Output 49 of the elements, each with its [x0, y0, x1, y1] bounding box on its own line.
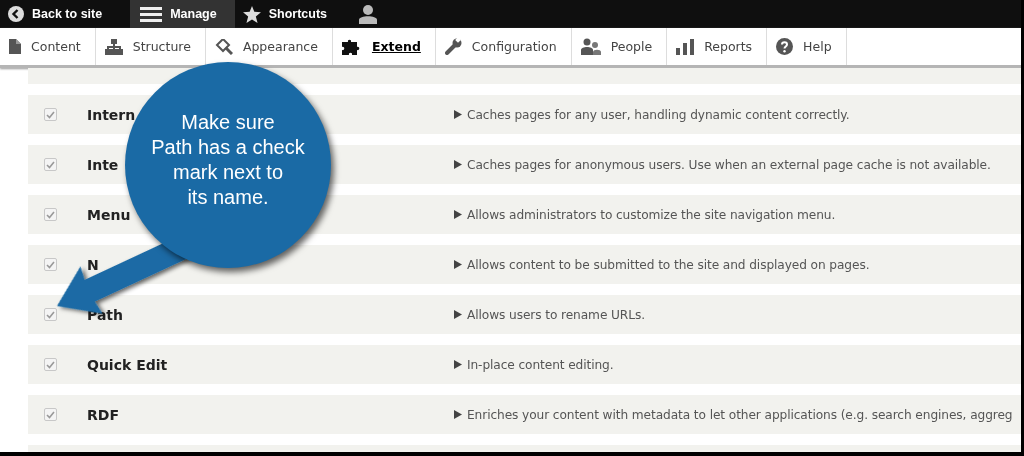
module-name: Menu — [87, 206, 131, 223]
user-icon[interactable] — [359, 4, 378, 24]
expand-triangle-icon[interactable] — [454, 260, 462, 269]
tray-menu-link[interactable]: Reports — [667, 28, 768, 65]
tray-menu-link[interactable]: Content — [0, 28, 96, 65]
module-description: Caches pages for any user, handling dynamic content correctly. — [467, 107, 850, 122]
toolbar-tab[interactable]: Back to site — [0, 0, 131, 28]
expand-triangle-icon[interactable] — [454, 360, 462, 369]
module-name: RDF — [87, 406, 119, 423]
tray-menu-link[interactable]: Extend — [332, 28, 436, 65]
star-icon — [242, 5, 261, 23]
puzzle-icon — [341, 38, 362, 55]
menu-icon — [140, 6, 163, 22]
callout-text: Make sure Path has a check mark next to its name. — [151, 110, 305, 210]
tray-menu-link[interactable]: Help — [767, 28, 847, 65]
module-description: Allows administrators to customize the site navigation menu. — [467, 207, 836, 222]
module-description: Allows content to be submitted to the site and displayed on pages. — [467, 257, 870, 272]
module-description: In-place content editing. — [467, 357, 614, 372]
people-icon — [580, 38, 601, 55]
expand-triangle-icon[interactable] — [454, 410, 462, 419]
module-description: Allows users to rename URLs. — [467, 307, 645, 322]
toolbar-tab[interactable]: Shortcuts — [234, 0, 342, 28]
module-name: Intern — [87, 106, 136, 123]
expand-triangle-icon[interactable] — [454, 210, 462, 219]
module-description: Enriches your content with metadata to let other applications (e.g. search engines, aggreg — [467, 407, 1013, 422]
tray-menu-link[interactable]: People — [571, 28, 668, 65]
checkbox[interactable] — [44, 408, 57, 421]
expand-triangle-icon[interactable] — [454, 310, 462, 319]
expand-triangle-icon[interactable] — [454, 160, 462, 169]
module-name: Path — [87, 306, 123, 323]
module-name: Inte — [87, 156, 119, 173]
checkbox[interactable] — [44, 108, 57, 121]
module-description: Caches pages for anonymous users. Use when an external page cache is not available. — [467, 157, 991, 172]
module-name: Quick Edit — [87, 356, 168, 373]
tray-menu-link[interactable]: Structure — [95, 28, 206, 65]
checkbox[interactable] — [44, 158, 57, 171]
expand-triangle-icon[interactable] — [454, 110, 462, 119]
toolbar-tab[interactable]: Manage — [130, 0, 235, 28]
document-icon — [9, 39, 21, 54]
tray-menu-link[interactable]: Configuration — [435, 28, 572, 65]
checkbox[interactable] — [44, 358, 57, 371]
hierarchy-icon — [104, 38, 123, 55]
checkbox[interactable] — [44, 208, 57, 221]
checkbox[interactable] — [44, 258, 57, 271]
checkbox[interactable] — [44, 308, 57, 321]
wrench-icon — [444, 38, 462, 55]
help-icon — [776, 38, 794, 55]
module-name: N — [87, 256, 99, 273]
bar-chart-icon — [676, 38, 695, 55]
